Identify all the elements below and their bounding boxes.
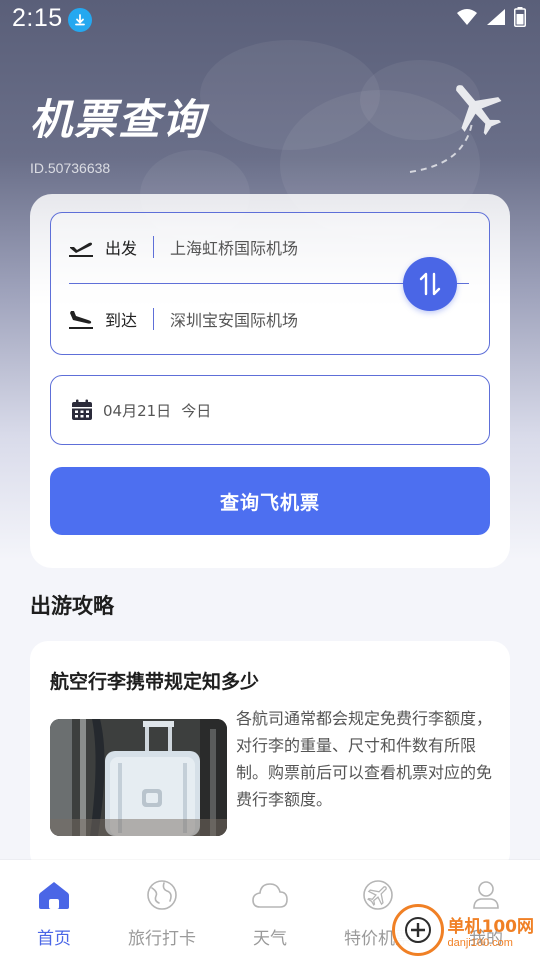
app-id: ID.50736638 [30,160,111,176]
swap-button[interactable] [403,257,457,311]
nav-item-weather[interactable]: 天气 [216,860,324,960]
section-title-guide: 出游攻略 [30,594,114,618]
watermark-plus-icon [391,904,444,956]
nav-label-weather: 天气 [253,929,287,949]
route-box: 出发 上海虹桥国际机场 到达 深圳宝安国际机场 [50,212,490,355]
swap-icon [419,272,441,296]
calendar-icon [71,399,93,421]
date-picker[interactable]: 04月21日 今日 [50,375,490,445]
signal-icon [487,9,505,25]
nav-label-home: 首页 [37,929,71,949]
search-flights-button[interactable]: 查询飞机票 [50,467,490,535]
article-thumbnail [50,719,227,836]
status-time: 2:15 [12,4,63,32]
departure-label: 出发 [105,239,138,258]
departure-separator [153,236,154,258]
date-today-tag: 今日 [181,401,212,420]
selected-date: 04月21日 [103,401,172,420]
article-body: 各航司通常都会规定免费行李额度，对行李的重量、尺寸和件数有所限制。购票前后可以查… [236,709,493,809]
departure-airport[interactable]: 上海虹桥国际机场 [170,235,298,259]
nav-label-checkin: 旅行打卡 [128,929,196,949]
battery-icon [514,7,526,27]
page-title: 机票查询 [30,95,207,144]
watermark-logo: 单机100网 danji100.com [391,904,535,956]
article-card[interactable]: 航空行李携带规定知多少 各航司通常都会规定免费行李额度，对行李的重量、尺寸和件数… [30,641,510,871]
nav-item-checkin[interactable]: 旅行打卡 [108,860,216,960]
takeoff-icon [67,237,95,257]
wifi-icon [457,9,477,25]
search-card: 出发 上海虹桥国际机场 到达 深圳宝安国际机场 04月21日 今日 查询飞机票 [30,194,510,568]
screen: 2:15 机票查询 ID.50736638 出发 上海虹桥国际机场 到达 深圳宝… [0,0,540,960]
arrival-label: 到达 [105,311,138,330]
article-title: 航空行李携带规定知多少 [50,671,260,693]
map-pin-icon [146,878,178,912]
nav-item-home[interactable]: 首页 [0,860,108,960]
arrival-separator [153,308,154,330]
landing-icon [67,308,95,330]
watermark-main: 单机100网 [447,916,535,937]
download-icon [68,8,92,32]
cloud-icon [251,878,289,912]
plane-icon [362,878,394,912]
status-icons [456,7,526,27]
watermark-sub: danji100.com [447,936,513,949]
plane-decoration-icon [402,72,512,186]
arrival-airport[interactable]: 深圳宝安国际机场 [170,307,298,331]
home-icon [38,878,70,912]
